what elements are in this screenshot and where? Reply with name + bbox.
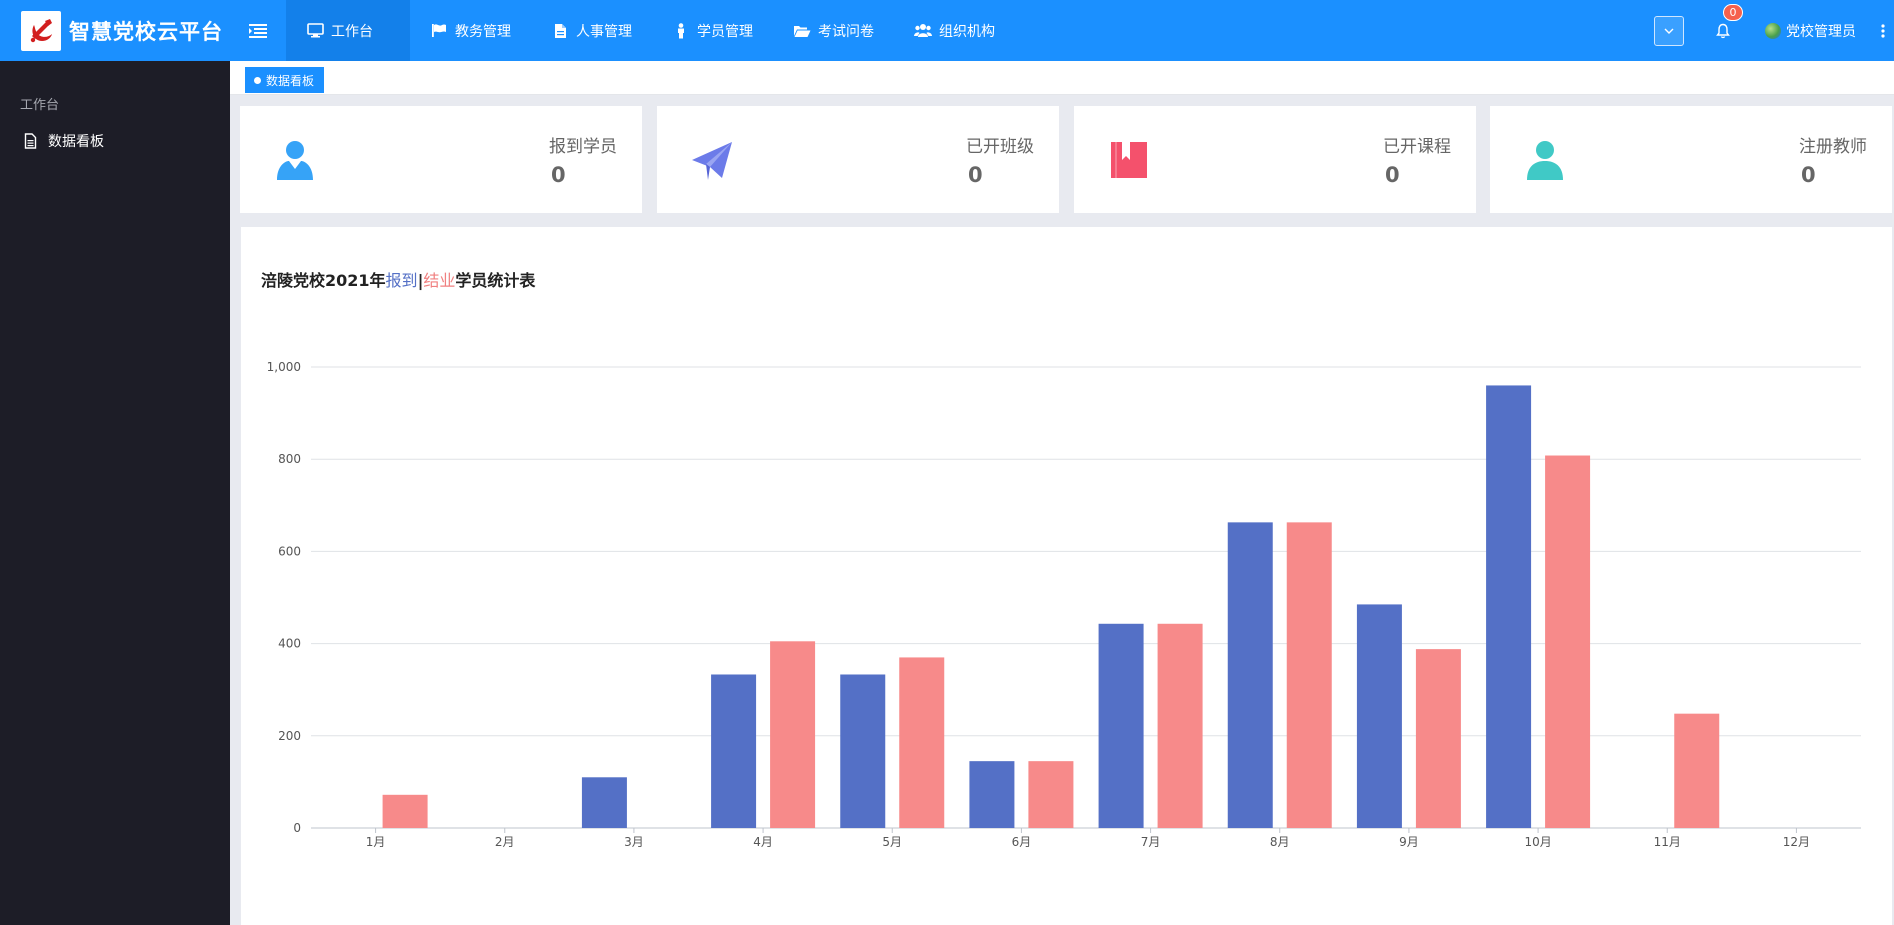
x-tick-label: 10月: [1524, 835, 1551, 849]
nav-item-label: 组织机构: [939, 23, 995, 40]
avatar: [1765, 22, 1781, 39]
x-tick-label: 4月: [753, 835, 773, 849]
x-tick-label: 2月: [495, 835, 515, 849]
person-icon: [672, 22, 690, 39]
folder-open-icon: [793, 23, 811, 39]
tab-label: 数据看板: [266, 73, 315, 88]
nav-item-label: 人事管理: [576, 23, 632, 40]
menu-toggle-button[interactable]: [230, 0, 286, 61]
y-tick-label: 0: [293, 821, 301, 835]
dropdown-button[interactable]: [1654, 15, 1684, 46]
stat-value: 0: [1801, 163, 1816, 187]
more-vertical-icon: [1881, 23, 1885, 38]
x-tick-label: 11月: [1654, 835, 1681, 849]
notification-badge: 0: [1723, 3, 1743, 21]
x-tick-label: 5月: [882, 835, 902, 849]
nav-item-label: 考试问卷: [818, 23, 874, 40]
bar-registered: [969, 761, 1015, 828]
brand: 智慧党校云平台: [0, 0, 230, 61]
bar-graduated: [1545, 455, 1591, 828]
bar-registered: [1356, 604, 1402, 828]
nav-item-academic[interactable]: 教务管理: [410, 0, 531, 61]
x-tick-label: 8月: [1270, 835, 1290, 849]
stat-label: 注册教师: [1799, 137, 1867, 157]
stat-value: 0: [1385, 163, 1400, 187]
stat-label: 报到学员: [549, 137, 617, 157]
file-icon: [24, 133, 38, 149]
bell-icon: [1716, 23, 1730, 38]
x-tick-label: 12月: [1783, 835, 1810, 849]
header-actions: 0 党校管理员: [1654, 0, 1894, 61]
x-tick-label: 9月: [1399, 835, 1419, 849]
bar-graduated: [899, 657, 945, 828]
user-menu[interactable]: 党校管理员: [1765, 21, 1856, 41]
sidebar-item-dashboard[interactable]: 数据看板: [24, 131, 104, 151]
bar-graduated: [1157, 623, 1203, 828]
nav-item-students[interactable]: 学员管理: [652, 0, 773, 61]
stat-card-teachers[interactable]: 注册教师 0: [1490, 106, 1892, 213]
stat-label: 已开班级: [966, 137, 1034, 157]
bar-registered: [1227, 522, 1273, 828]
monitor-icon: [306, 23, 324, 39]
stat-card-registered[interactable]: 报到学员 0: [240, 106, 642, 213]
paper-plane-icon: [690, 138, 734, 182]
menu-toggle-icon: [249, 23, 267, 38]
tab-dashboard[interactable]: 数据看板: [245, 67, 325, 93]
stat-label: 已开课程: [1383, 137, 1451, 157]
nav-item-workbench[interactable]: 工作台: [286, 0, 410, 61]
bar-registered: [711, 674, 757, 828]
user-name: 党校管理员: [1786, 23, 1856, 40]
nav-item-label: 教务管理: [455, 23, 511, 40]
bar-graduated: [382, 794, 428, 828]
y-tick-label: 400: [278, 637, 301, 651]
bar-graduated: [1674, 713, 1720, 828]
y-tick-label: 600: [278, 544, 301, 558]
bar-registered: [840, 674, 886, 828]
bar-registered: [1098, 623, 1144, 828]
chart-panel: 涪陵党校2021年报到|结业学员统计表 0 200 400 600 800 1,000 1月…: [241, 227, 1892, 925]
bar-graduated: [770, 641, 816, 828]
stat-card-classes[interactable]: 已开班级 0: [657, 106, 1059, 213]
flag-icon: [430, 23, 448, 39]
nav-item-label: 学员管理: [697, 23, 753, 40]
app-title: 智慧党校云平台: [69, 19, 223, 44]
tab-strip: 数据看板: [230, 61, 1894, 95]
sidebar: 工作台 数据看板: [0, 61, 230, 925]
x-tick-label: 1月: [366, 835, 386, 849]
bar-chart: 0 200 400 600 800 1,000 1月 2月 3月 4月 5月 6月 7月 8月 9月 10月 1…: [267, 360, 1861, 849]
bar-graduated: [1286, 522, 1332, 828]
top-navbar: 智慧党校云平台 工作台 教务管理 人事管理 学员管理 考试问卷 组织机构 0 党…: [0, 0, 1894, 61]
stat-value: 0: [968, 163, 983, 187]
bar-registered: [581, 777, 627, 828]
users-icon: [914, 23, 932, 39]
sidebar-item-label: 数据看板: [48, 134, 104, 150]
document-icon: [551, 23, 569, 39]
user-icon: [273, 138, 317, 182]
teacher-icon: [1523, 138, 1567, 182]
nav-item-organization[interactable]: 组织机构: [894, 0, 1015, 61]
nav-item-exams[interactable]: 考试问卷: [773, 0, 894, 61]
bar-graduated: [1415, 649, 1461, 828]
stat-value: 0: [551, 163, 566, 187]
party-emblem-icon: [21, 10, 61, 51]
main-nav: 工作台 教务管理 人事管理 学员管理 考试问卷 组织机构: [286, 0, 1015, 61]
y-tick-label: 200: [278, 729, 301, 743]
x-tick-label: 6月: [1012, 835, 1032, 849]
y-tick-label: 1,000: [267, 360, 301, 374]
x-tick-label: 3月: [624, 835, 644, 849]
sidebar-group-label: 工作台: [20, 98, 60, 113]
stat-card-courses[interactable]: 已开课程 0: [1074, 106, 1476, 213]
y-tick-label: 800: [278, 452, 301, 466]
active-dot-icon: [254, 76, 261, 84]
book-icon: [1107, 138, 1151, 182]
more-menu-button[interactable]: [1876, 0, 1890, 61]
bar-graduated: [1028, 761, 1074, 828]
notification-button[interactable]: 0: [1711, 3, 1743, 43]
nav-item-label: 工作台: [331, 23, 373, 40]
bar-registered: [1486, 385, 1532, 828]
chevron-down-icon: [1664, 28, 1674, 34]
x-tick-label: 7月: [1141, 835, 1161, 849]
nav-item-hr[interactable]: 人事管理: [531, 0, 652, 61]
